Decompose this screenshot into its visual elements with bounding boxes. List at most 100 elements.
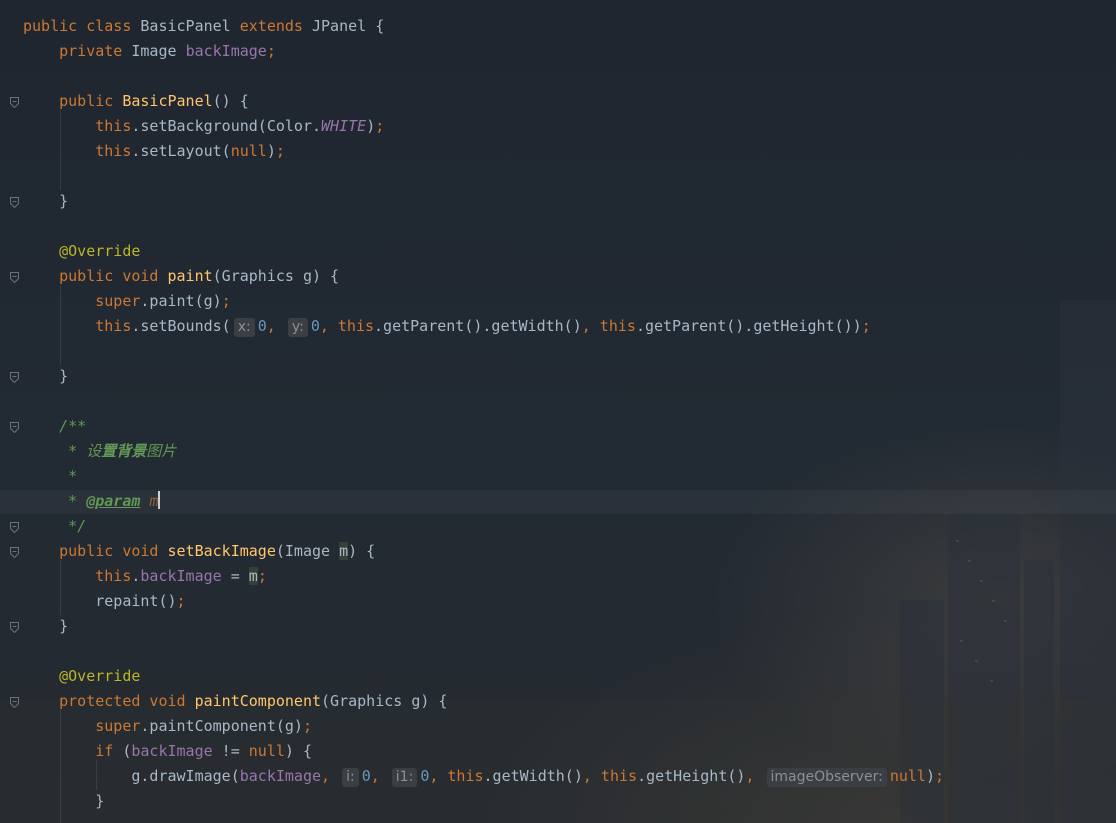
- code-token: private: [23, 42, 132, 60]
- code-line[interactable]: @Override: [23, 239, 140, 264]
- fold-marker-icon[interactable]: [10, 97, 19, 108]
- code-token: ;: [176, 592, 186, 610]
- code-token: @Override: [23, 242, 141, 260]
- code-token: }: [23, 792, 105, 810]
- code-token: .getParent().getWidth(): [374, 317, 582, 335]
- code-token: */: [23, 517, 87, 535]
- fold-marker-icon[interactable]: [10, 197, 19, 208]
- code-token: 图片: [146, 442, 177, 460]
- fold-marker-icon[interactable]: [10, 522, 19, 533]
- code-line[interactable]: }: [23, 364, 68, 389]
- code-token: .getWidth(): [483, 767, 583, 785]
- code-token: this: [23, 117, 132, 135]
- code-token: ) {: [348, 542, 376, 560]
- parameter-hint: i1:: [391, 768, 418, 787]
- code-token: backImage: [239, 767, 322, 785]
- code-line[interactable]: super.paint(g);: [23, 289, 231, 314]
- code-token: setBackImage: [167, 542, 276, 560]
- code-token: protected void: [23, 692, 195, 710]
- parameter-hint: x:: [233, 318, 255, 337]
- code-token: .paint(g): [140, 292, 222, 310]
- code-line[interactable]: * 设置背景图片: [23, 439, 176, 464]
- code-token: ,: [370, 767, 389, 785]
- code-token: paintComponent: [194, 692, 322, 710]
- code-token: =: [221, 567, 249, 585]
- code-token: (Image: [275, 542, 340, 560]
- code-token: ;: [221, 292, 231, 310]
- code-line[interactable]: if (backImage != null) {: [23, 739, 312, 764]
- code-line[interactable]: /**: [23, 414, 86, 439]
- code-token: (Graphics g) {: [212, 267, 340, 285]
- code-token: this: [23, 567, 132, 585]
- code-line[interactable]: }: [23, 614, 68, 639]
- code-line[interactable]: protected void paintComponent(Graphics g…: [23, 689, 447, 714]
- code-line[interactable]: }: [23, 189, 68, 214]
- code-token: 0: [257, 317, 267, 335]
- text-caret: [158, 491, 161, 509]
- code-token: WHITE: [321, 117, 367, 135]
- code-token: () {: [212, 92, 249, 110]
- code-line[interactable]: @Override: [23, 664, 140, 689]
- parameter-hint: y:: [287, 318, 308, 337]
- code-line[interactable]: *: [23, 464, 77, 489]
- code-token: ) {: [284, 742, 312, 760]
- fold-marker-icon[interactable]: [10, 372, 19, 383]
- code-token: *: [23, 492, 87, 510]
- code-line[interactable]: private Image backImage;: [23, 39, 276, 64]
- code-line[interactable]: * @param m: [23, 489, 161, 514]
- code-line[interactable]: this.setBounds(x: 0, y: 0, this.getParent(…: [23, 314, 871, 339]
- code-line[interactable]: public void setBackImage(Image m) {: [23, 539, 375, 564]
- code-token: ): [925, 767, 935, 785]
- code-token: BasicPanel: [122, 92, 213, 110]
- code-token: paint: [167, 267, 213, 285]
- code-token: backImage: [185, 42, 267, 60]
- code-line[interactable]: repaint();: [23, 589, 186, 614]
- code-token: Image: [131, 42, 186, 60]
- code-line[interactable]: public void paint(Graphics g) {: [23, 264, 339, 289]
- code-editor[interactable]: public class BasicPanel extends JPanel {…: [0, 0, 1116, 823]
- code-token: backImage: [140, 567, 222, 585]
- code-token: public class: [23, 17, 141, 35]
- parameter-hint: i:: [342, 768, 359, 787]
- code-token: null: [889, 767, 926, 785]
- code-token: *: [23, 467, 78, 485]
- fold-marker-icon[interactable]: [10, 622, 19, 633]
- code-line[interactable]: super.paintComponent(g);: [23, 714, 312, 739]
- code-line[interactable]: this.setLayout(null);: [23, 139, 285, 164]
- code-token: /**: [23, 417, 87, 435]
- code-token: ;: [275, 142, 285, 160]
- code-token: this: [23, 142, 132, 160]
- code-token: , this: [429, 767, 484, 785]
- code-token: ;: [934, 767, 944, 785]
- code-line[interactable]: this.setBackground(Color.WHITE);: [23, 114, 384, 139]
- fold-marker-icon[interactable]: [10, 547, 19, 558]
- code-token: @Override: [23, 667, 141, 685]
- code-token: .setLayout(: [131, 142, 231, 160]
- code-token: ,: [266, 317, 285, 335]
- code-line[interactable]: */: [23, 514, 86, 539]
- code-token: ,: [321, 767, 340, 785]
- code-line[interactable]: public class BasicPanel extends JPanel {: [23, 14, 384, 39]
- code-token: ): [366, 117, 376, 135]
- code-token: ): [266, 142, 276, 160]
- code-token: 0: [420, 767, 430, 785]
- fold-marker-icon[interactable]: [10, 422, 19, 433]
- code-token: .paintComponent(g): [140, 717, 303, 735]
- editor-gutter: [0, 0, 22, 823]
- code-token: m: [149, 492, 159, 510]
- code-line[interactable]: g.drawImage(backImage, i: 0, i1: 0, this.g…: [23, 764, 944, 789]
- code-token: public void: [23, 267, 168, 285]
- code-token: ;: [257, 567, 267, 585]
- code-token: backImage: [131, 742, 213, 760]
- fold-marker-icon[interactable]: [10, 697, 19, 708]
- code-token: ;: [375, 117, 385, 135]
- fold-marker-icon[interactable]: [10, 272, 19, 283]
- code-token: }: [23, 192, 69, 210]
- code-token: .getParent().getHeight()): [635, 317, 862, 335]
- code-line[interactable]: }: [23, 789, 104, 814]
- code-line[interactable]: this.backImage = m;: [23, 564, 267, 589]
- code-line[interactable]: public BasicPanel() {: [23, 89, 249, 114]
- current-line-highlight: [0, 490, 1116, 514]
- code-token: ,: [745, 767, 764, 785]
- code-token: @param: [86, 492, 141, 510]
